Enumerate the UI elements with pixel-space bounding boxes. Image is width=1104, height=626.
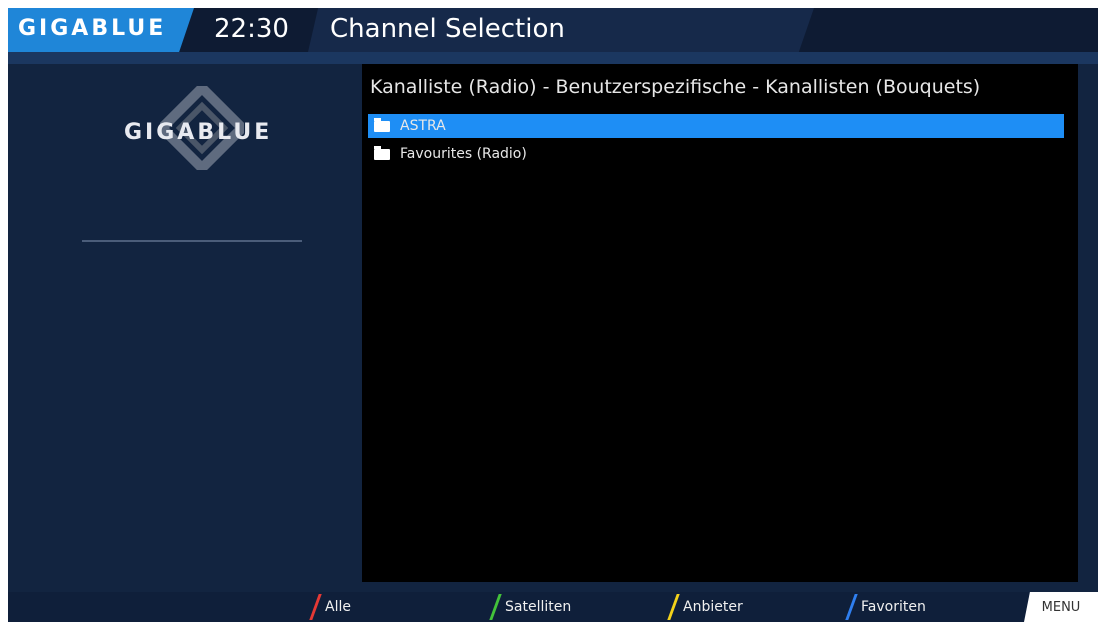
list-item-label: Favourites (Radio) bbox=[400, 146, 527, 162]
list-header: Kanalliste (Radio) - Benutzerspezifische… bbox=[370, 76, 981, 98]
sidebar-brand-text: GIGABLUE bbox=[124, 120, 273, 145]
red-key-label: Alle bbox=[325, 599, 351, 615]
blue-key-label: Favoriten bbox=[861, 599, 926, 615]
sidebar-divider bbox=[82, 240, 302, 242]
yellow-key-label: Anbieter bbox=[683, 599, 743, 615]
red-key-marker bbox=[309, 594, 322, 620]
bouquet-list-panel: Kanalliste (Radio) - Benutzerspezifische… bbox=[362, 64, 1078, 582]
green-key-marker bbox=[489, 594, 502, 620]
green-key-label: Satelliten bbox=[505, 599, 572, 615]
red-key-alle[interactable]: Alle bbox=[309, 592, 351, 622]
tv-screen: GIGABLUE 22:30 Channel Selection GIGABLU… bbox=[8, 8, 1098, 622]
yellow-key-marker bbox=[667, 594, 680, 620]
menu-button[interactable]: MENU bbox=[1024, 592, 1098, 622]
list-item-astra[interactable]: ASTRA bbox=[368, 114, 1064, 138]
green-key-satelliten[interactable]: Satelliten bbox=[489, 592, 572, 622]
list-item-favourites-radio[interactable]: Favourites (Radio) bbox=[368, 142, 1064, 166]
folder-icon bbox=[374, 145, 390, 160]
list-item-label: ASTRA bbox=[400, 118, 446, 134]
yellow-key-anbieter[interactable]: Anbieter bbox=[667, 592, 743, 622]
clock: 22:30 bbox=[214, 14, 289, 44]
folder-icon bbox=[374, 117, 390, 132]
bottom-key-bar: Alle Satelliten Anbieter Favoriten bbox=[8, 592, 1098, 622]
top-bar: GIGABLUE 22:30 Channel Selection bbox=[8, 8, 1098, 52]
brand-logo-text: GIGABLUE bbox=[18, 16, 167, 41]
blue-key-marker bbox=[845, 594, 858, 620]
blue-key-favoriten[interactable]: Favoriten bbox=[845, 592, 926, 622]
page-title: Channel Selection bbox=[330, 14, 565, 44]
header-strip bbox=[8, 52, 1098, 64]
